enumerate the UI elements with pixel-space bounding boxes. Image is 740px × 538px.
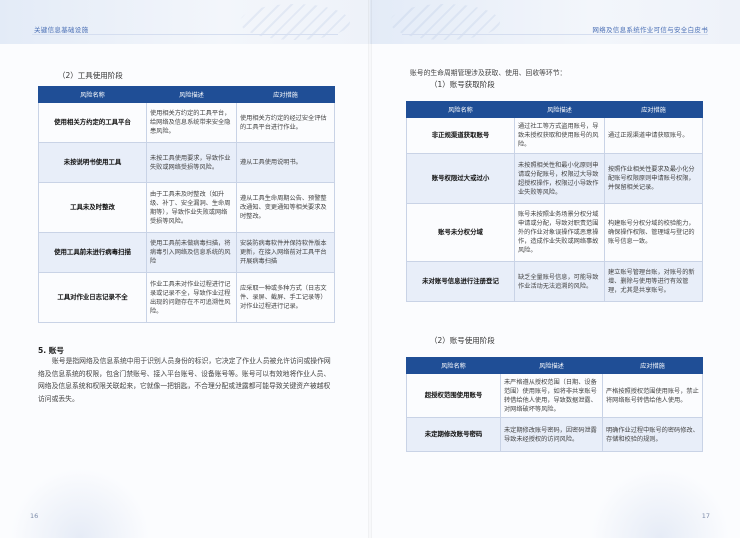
risk-measure: 遵从工具使用说明书。 [236,142,335,183]
table-row: 使用工具前未进行病毒扫描 使用工具前未做病毒扫描，将病毒引入网络及信息系统的风险… [38,232,335,273]
risk-description: 通过社工等方式盗用账号，导致未授权获取和使用账号的风险。 [514,117,605,154]
header-divider [32,34,338,35]
risk-measure: 明确作业过程中账号的密码修改、存储和校验的规则。 [602,417,703,452]
risk-measure: 安装防病毒软件并保持软件版本更新，在接入网络前对工具平台开展病毒扫描 [236,232,335,273]
risk-measure: 遵从工具生命周期公告、预警整改通知、变更通知等相关要求及时整改。 [236,182,335,233]
page-number: 16 [30,512,39,520]
risk-table-tools: 风险名称 风险描述 应对措施 使用相关方约定的工具平台 使用相关方约定的工具平台… [38,86,335,323]
risk-name: 账号权限过大或过小 [406,153,515,204]
risk-description: 未按工具使用要求，导致作业失败或网络受损等风险。 [146,142,237,183]
table-header-row: 风险名称 风险描述 应对措施 [406,357,703,374]
risk-table-account-acquire: 风险名称 风险描述 应对措施 非正规渠道获取账号 通过社工等方式盗用账号，导致未… [406,101,703,302]
corner-decoration [10,468,150,538]
risk-description: 使用工具前未做病毒扫描，将病毒引入网络及信息系统的风险 [146,232,237,273]
section-title: （2）工具使用阶段 [58,71,123,80]
risk-name: 工具未及时整改 [38,182,147,233]
table-row: 使用相关方约定的工具平台 使用相关方约定的工具平台，给网络及信息系统带来安全隐患… [38,102,335,143]
left-page: 关键信息基础设施 （2）工具使用阶段 风险名称 风险描述 应对措施 使用相关方约… [0,0,370,538]
table-header-row: 风险名称 风险描述 应对措施 [38,86,335,103]
column-header: 风险描述 [514,101,605,118]
table-row: 未对账号信息进行注册登记 缺乏全量账号信息，可能导致作业活动无法追溯的风险。 建… [406,261,703,302]
risk-name: 未定期修改账号密码 [406,417,501,452]
section-title: （1）账号获取阶段 [430,80,495,89]
risk-name: 使用工具前未进行病毒扫描 [38,232,147,273]
column-header: 风险名称 [38,86,147,103]
table-row: 未定期修改账号密码 未定期修改账号密码，因密码泄露导致未经授权的访问风险。 明确… [406,417,703,452]
header-band [0,0,370,44]
risk-measure: 使用相关方约定的经过安全评估的工具平台进行作业。 [236,102,335,143]
page-number: 17 [701,512,710,520]
risk-name: 工具对作业日志记录不全 [38,272,147,323]
risk-name: 账号未分权分域 [406,203,515,262]
risk-name: 使用相关方约定的工具平台 [38,102,147,143]
column-header: 风险名称 [406,101,515,118]
header-divider [402,34,708,35]
column-header: 应对措施 [236,86,335,103]
risk-name: 超授权范围使用账号 [406,373,501,418]
risk-description: 缺乏全量账号信息，可能导致作业活动无法追溯的风险。 [514,261,605,302]
column-header: 风险描述 [500,357,603,374]
risk-measure: 建立账号管理台账，对账号的新增、删除与使用等进行有效管理，尤其是共享账号。 [604,261,703,302]
page-gutter [368,0,372,538]
corner-decoration [590,468,730,538]
risk-name: 非正规渠道获取账号 [406,117,515,154]
table-row: 超授权范围使用账号 未严格遵从授权范围（日期、设备范围）使用账号，如将非共享账号… [406,373,703,418]
table-header-row: 风险名称 风险描述 应对措施 [406,101,703,118]
header-band [370,0,740,44]
column-header: 风险名称 [406,357,501,374]
risk-name: 未对账号信息进行注册登记 [406,261,515,302]
table-row: 账号未分权分域 账号未按照业务场景分权分域申请或分配，导致对职责范围外的作业对象… [406,203,703,262]
risk-measure: 应采取一种或多种方式（日志文件、录屏、截屏、手工记录等）对作业过程进行记录。 [236,272,335,323]
table-row: 非正规渠道获取账号 通过社工等方式盗用账号，导致未授权获取和使用账号的风险。 通… [406,117,703,154]
table-row: 工具对作业日志记录不全 作业工具未对作业过程进行记录或记录不全，导致作业过程出现… [38,272,335,323]
page-header: 网络及信息系统作业可信与安全白皮书 [592,26,708,34]
risk-measure: 按照作业相关性要求及最小化分配账号权限原则申请账号权限，并保留相关记录。 [604,153,703,204]
risk-description: 作业工具未对作业过程进行记录或记录不全，导致作业过程出现的问题存在不可追溯性风险… [146,272,237,323]
risk-measure: 构建账号分权分域的校验能力，确保操作权限、管理域与登记的账号信息一致。 [604,203,703,262]
document-spread: 关键信息基础设施 （2）工具使用阶段 风险名称 风险描述 应对措施 使用相关方约… [0,0,740,538]
risk-name: 未按说明书使用工具 [38,142,147,183]
risk-description: 使用相关方约定的工具平台，给网络及信息系统带来安全隐患风险。 [146,102,237,143]
risk-measure: 通过正规渠道申请获取账号。 [604,117,703,154]
intro-text: 账号的生命周期管理涉及获取、使用、回收等环节： [410,69,567,77]
table-row: 未按说明书使用工具 未按工具使用要求，导致作业失败或网络受损等风险。 遵从工具使… [38,142,335,183]
body-paragraph: 账号是指网络及信息系统中用于识别人员身份的标识，它决定了作业人员被允许访问或操作… [38,357,331,403]
risk-description: 账号未按照业务场景分权分域申请或分配，导致对职责范围外的作业对象误操作或恶意操作… [514,203,605,262]
column-header: 应对措施 [602,357,703,374]
table-row: 账号权限过大或过小 未按照相关性和最小化原则申请或分配账号，权限过大导致超授权操… [406,153,703,204]
risk-table-account-use: 风险名称 风险描述 应对措施 超授权范围使用账号 未严格遵从授权范围（日期、设备… [406,357,703,452]
column-header: 应对措施 [604,101,703,118]
page-header: 关键信息基础设施 [34,26,89,34]
table-row: 工具未及时整改 由于工具未及时整改（如升级、补丁、安全漏洞、生命周期等），导致作… [38,182,335,233]
risk-description: 未按照相关性和最小化原则申请或分配账号，权限过大导致超授权操作，权限过小导致作业… [514,153,605,204]
risk-description: 未严格遵从授权范围（日期、设备范围）使用账号，如将非共享账号转借给他人使用，导致… [500,373,603,418]
column-header: 风险描述 [146,86,237,103]
risk-description: 由于工具未及时整改（如升级、补丁、安全漏洞、生命周期等），导致作业失败或网络受损… [146,182,237,233]
section-title: （2）账号使用阶段 [430,336,495,345]
risk-measure: 严格按照授权范围使用账号，禁止将网络账号转借给他人使用。 [602,373,703,418]
risk-description: 未定期修改账号密码，因密码泄露导致未经授权的访问风险。 [500,417,603,452]
